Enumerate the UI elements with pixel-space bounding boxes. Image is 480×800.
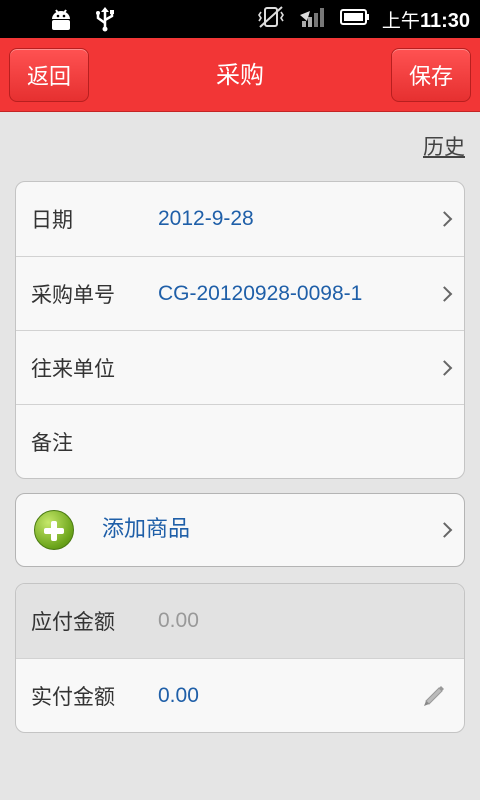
partner-label: 往来单位 [31,356,115,381]
date-row[interactable]: 日期 2012-9-28 [16,182,464,256]
battery-icon [339,7,370,31]
time-value: 11:30 [419,9,470,32]
add-plus-icon [34,510,74,550]
back-button[interactable]: 返回 [9,48,89,102]
paid-value[interactable]: 0.00 [158,684,199,708]
pencil-icon[interactable] [420,681,448,713]
order-number-row[interactable]: 采购单号 CG-20120928-0098-1 [16,256,464,330]
status-bar: 上午11:30 [0,0,480,38]
paid-row[interactable]: 实付金额 0.00 [16,658,464,732]
payment-card: 应付金额 0.00 实付金额 0.00 [15,583,465,733]
chevron-right-icon [436,522,453,538]
title-bar: 采购 返回 保存 [0,38,480,112]
android-debug-icon [48,6,74,36]
date-label: 日期 [31,208,73,232]
date-value: 2012-9-28 [158,207,254,230]
add-goods-button[interactable]: 添加商品 [15,493,465,567]
history-link[interactable]: 历史 [423,131,465,161]
partner-row[interactable]: 往来单位 [16,330,464,404]
payable-label: 应付金额 [31,610,115,634]
order-number-label: 采购单号 [31,282,115,307]
vibrate-off-icon [256,5,286,33]
time-prefix: 上午 [381,9,420,32]
clock: 上午11:30 [382,6,470,33]
payable-value: 0.00 [158,609,199,632]
note-row[interactable]: 备注 [16,404,464,478]
chevron-right-icon [436,211,453,227]
order-number-value: CG-20120928-0098-1 [158,281,363,305]
save-button[interactable]: 保存 [391,48,471,102]
add-goods-label: 添加商品 [102,517,191,542]
chevron-right-icon [436,285,453,302]
chevron-right-icon [436,359,453,376]
note-label: 备注 [31,430,73,455]
usb-icon [94,6,116,36]
payable-row: 应付金额 0.00 [16,584,464,658]
purchase-info-card: 日期 2012-9-28 采购单号 CG-20120928-0098-1 往来单… [15,181,465,479]
paid-label: 实付金额 [31,684,115,709]
signal-icon [298,5,328,33]
